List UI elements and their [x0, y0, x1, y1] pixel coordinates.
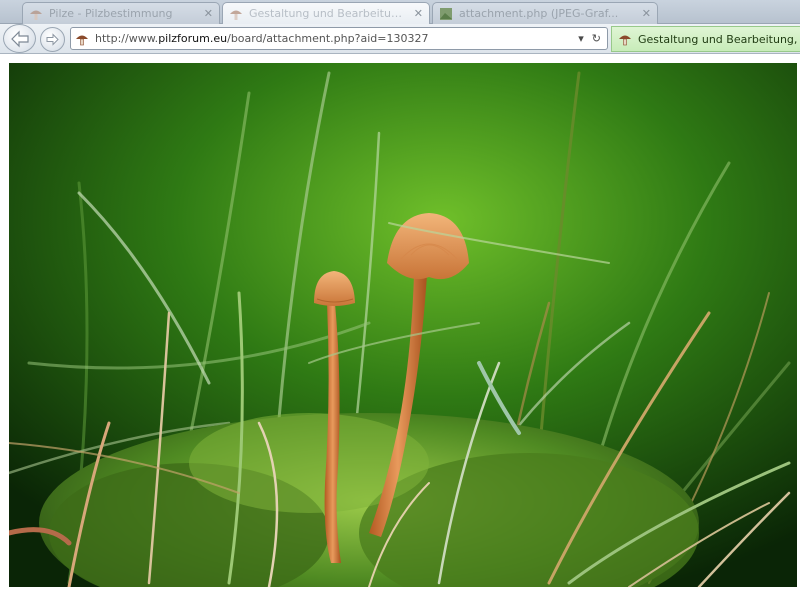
tab-label: attachment.php (JPEG-Graf... — [459, 7, 619, 20]
back-button[interactable] — [3, 24, 36, 53]
url-domain: pilzforum.eu — [158, 32, 228, 45]
address-bar[interactable]: http://www.pilzforum.eu/board/attachment… — [70, 27, 608, 50]
tab-close-icon[interactable]: ✕ — [642, 7, 651, 20]
tab-close-icon[interactable]: ✕ — [204, 7, 213, 20]
active-tab-label: Gestaltung und Bearbeitung, T... — [638, 32, 800, 46]
image-thumbnail-icon — [440, 7, 452, 20]
mushroom-favicon-icon — [230, 10, 242, 20]
refresh-icon[interactable]: ↻ — [592, 32, 601, 45]
mushroom-photo[interactable] — [9, 63, 797, 587]
mushroom-photo-art — [9, 63, 797, 587]
mushroom-favicon-icon — [619, 35, 631, 46]
tab-label: Gestaltung und Bearbeitung... — [249, 7, 408, 20]
tab-attachment[interactable]: attachment.php (JPEG-Graf... ✕ — [432, 2, 658, 24]
active-page-tab[interactable]: Gestaltung und Bearbeitung, T... — [611, 26, 800, 52]
url-text[interactable]: http://www.pilzforum.eu/board/attachment… — [95, 32, 578, 45]
mushroom-favicon-icon — [76, 35, 88, 45]
url-path: /board/attachment.php?aid=130327 — [227, 32, 429, 45]
arrow-right-icon — [46, 33, 59, 46]
mushroom-favicon-icon — [30, 10, 42, 20]
tab-gestaltung[interactable]: Gestaltung und Bearbeitung... ✕ — [222, 2, 430, 24]
arrow-left-icon — [10, 30, 29, 47]
tab-label: Pilze - Pilzbestimmung — [49, 7, 173, 20]
url-prefix: http://www. — [95, 32, 159, 45]
address-bar-tools: ▾ ↻ — [578, 32, 601, 45]
forward-button[interactable] — [40, 27, 65, 52]
tab-close-icon[interactable]: ✕ — [414, 7, 423, 20]
tab-strip: Pilze - Pilzbestimmung ✕ Gestaltung und … — [0, 0, 800, 24]
tab-pilze[interactable]: Pilze - Pilzbestimmung ✕ — [22, 2, 220, 24]
chevron-down-icon[interactable]: ▾ — [578, 32, 584, 45]
navigation-bar: http://www.pilzforum.eu/board/attachment… — [0, 24, 800, 54]
page-content — [0, 55, 800, 613]
